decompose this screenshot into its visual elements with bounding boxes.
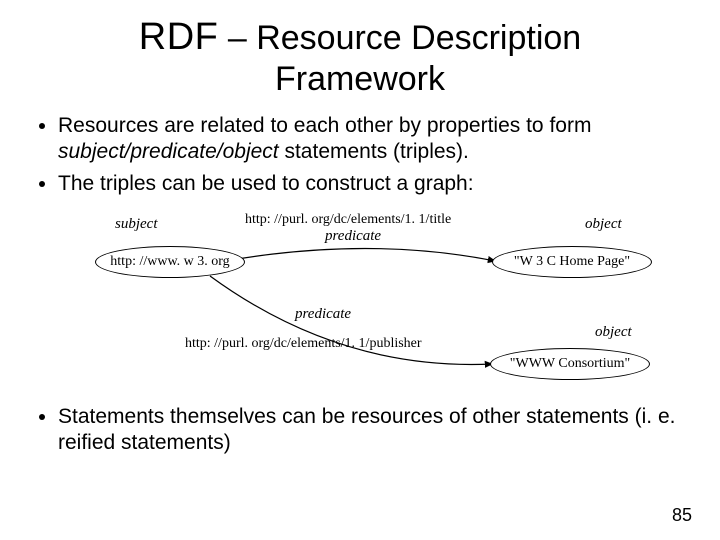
bullet-text: The triples can be used to construct a g…	[58, 172, 474, 195]
bullet-list-bottom: Statements themselves can be resources o…	[40, 404, 680, 457]
predicate2-label: predicate	[295, 306, 351, 323]
bullet-list-top: Resources are related to each other by p…	[40, 113, 680, 198]
title-acronym: RDF	[139, 16, 219, 58]
object2-node-text: "WWW Consortium"	[510, 356, 630, 372]
predicate1-label: predicate	[325, 228, 381, 245]
slide-title: RDF – Resource Description Framework	[40, 16, 680, 99]
bullet-item: Resources are related to each other by p…	[58, 113, 680, 166]
subject-node-text: http: //www. w 3. org	[110, 254, 229, 270]
predicate1-url: http: //purl. org/dc/elements/1. 1/title	[245, 212, 451, 228]
title-rest-line1: – Resource Description	[218, 19, 581, 57]
object2-label: object	[595, 324, 632, 341]
object1-node: "W 3 C Home Page"	[492, 246, 652, 278]
bullet-text: Statements themselves can be resources o…	[58, 405, 675, 454]
rdf-diagram: subject http: //www. w 3. org http: //pu…	[40, 206, 680, 396]
bullet-item: Statements themselves can be resources o…	[58, 404, 680, 457]
bullet-italic: subject/predicate/object	[58, 140, 279, 163]
page-number: 85	[672, 505, 692, 526]
object1-label: object	[585, 216, 622, 233]
object2-node: "WWW Consortium"	[490, 348, 650, 380]
bullet-text: Resources are related to each other by p…	[58, 114, 591, 137]
predicate2-url: http: //purl. org/dc/elements/1. 1/publi…	[185, 336, 422, 352]
slide: RDF – Resource Description Framework Res…	[0, 0, 720, 540]
subject-label: subject	[115, 216, 158, 233]
object1-node-text: "W 3 C Home Page"	[514, 254, 630, 270]
bullet-item: The triples can be used to construct a g…	[58, 171, 680, 197]
title-line2: Framework	[275, 60, 445, 98]
subject-node: http: //www. w 3. org	[95, 246, 245, 278]
bullet-text: statements (triples).	[279, 140, 469, 163]
